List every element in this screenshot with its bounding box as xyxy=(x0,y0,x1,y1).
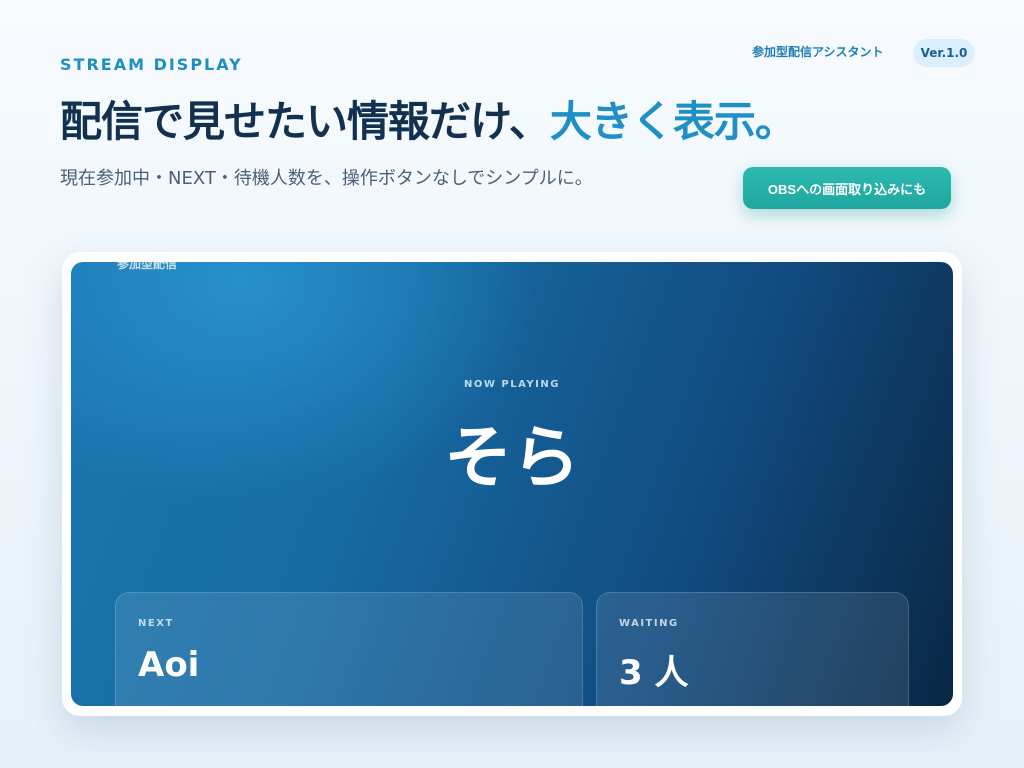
headline-main: 配信で見せたい情報だけ、 xyxy=(60,97,551,146)
stream-display-screen: 参加型配信 NOW PLAYING そら NEXT Aoi WAITING 3 … xyxy=(71,262,953,706)
page-subtitle: 現在参加中・NEXT・待機人数を、操作ボタンなしでシンプルに。 xyxy=(60,168,593,189)
waiting-label: WAITING xyxy=(619,618,679,629)
waiting-count: 3 人 xyxy=(619,653,689,693)
waiting-card: WAITING 3 人 xyxy=(596,592,909,706)
next-label: NEXT xyxy=(138,618,174,629)
eyebrow-label: STREAM DISPLAY xyxy=(60,55,243,74)
next-name: Aoi xyxy=(138,645,200,685)
obs-capture-button[interactable]: OBSへの画面取り込みにも xyxy=(743,167,951,209)
headline-accent: 大きく表示。 xyxy=(549,97,797,146)
now-playing-name: そら xyxy=(443,419,580,498)
screen-title: 参加型配信 xyxy=(117,262,178,271)
page-headline: 配信で見せたい情報だけ、大きく表示。 xyxy=(60,88,797,149)
next-card: NEXT Aoi xyxy=(115,592,583,706)
app-name: 参加型配信アシスタント xyxy=(752,45,884,59)
version-badge: Ver.1.0 xyxy=(913,39,975,67)
now-playing-label: NOW PLAYING xyxy=(464,379,560,390)
